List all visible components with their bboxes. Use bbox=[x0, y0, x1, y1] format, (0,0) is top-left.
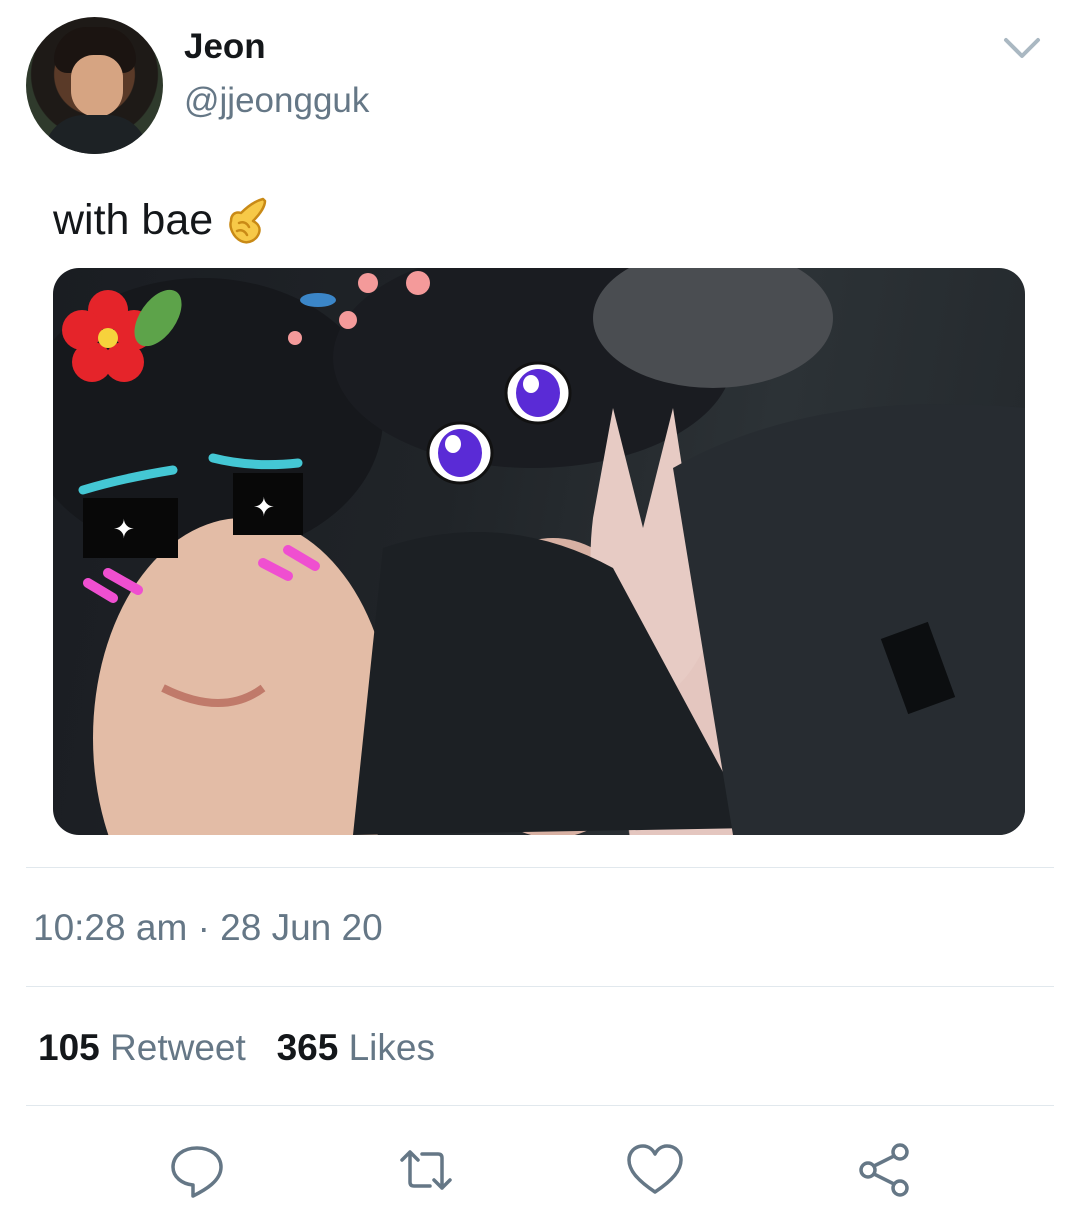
svg-text:✦: ✦ bbox=[113, 515, 135, 545]
tweet-text-row: with bae bbox=[53, 192, 269, 248]
avatar-shirt bbox=[44, 115, 148, 154]
user-handle[interactable]: @jjeongguk bbox=[184, 80, 369, 122]
share-icon[interactable] bbox=[854, 1140, 914, 1200]
avatar-face bbox=[71, 55, 123, 117]
likes-label: Likes bbox=[348, 1027, 435, 1068]
divider bbox=[26, 1105, 1054, 1106]
likes-count: 365 bbox=[276, 1027, 339, 1068]
avatar[interactable] bbox=[26, 17, 163, 154]
retweet-label: Retweet bbox=[110, 1027, 246, 1068]
display-name[interactable]: Jeon bbox=[184, 27, 266, 67]
tweet-time: 10:28 am bbox=[33, 907, 188, 948]
divider bbox=[26, 867, 1054, 868]
photo-stickers: ✦ ✦ bbox=[53, 268, 1025, 835]
tweet-timestamp[interactable]: 10:28 am · 28 Jun 20 bbox=[33, 905, 383, 951]
likes-stat[interactable]: 365 Likes bbox=[277, 1027, 435, 1068]
tweet-stats: 105 Retweet 365 Likes bbox=[38, 1025, 435, 1071]
retweet-icon[interactable] bbox=[396, 1140, 456, 1200]
tweet-media-image[interactable]: ✦ ✦ bbox=[53, 268, 1025, 835]
separator: · bbox=[197, 907, 210, 948]
pointing-hand-emoji-icon bbox=[229, 197, 267, 244]
retweet-count: 105 bbox=[38, 1027, 100, 1068]
tweet-date: 28 Jun 20 bbox=[220, 907, 383, 948]
chevron-down-icon[interactable] bbox=[1000, 30, 1044, 66]
svg-text:✦: ✦ bbox=[253, 493, 275, 523]
reply-icon[interactable] bbox=[167, 1140, 227, 1200]
retweet-stat[interactable]: 105 Retweet bbox=[38, 1027, 256, 1068]
divider bbox=[26, 986, 1054, 987]
like-icon[interactable] bbox=[625, 1140, 685, 1200]
tweet-text: with bae bbox=[53, 196, 214, 244]
